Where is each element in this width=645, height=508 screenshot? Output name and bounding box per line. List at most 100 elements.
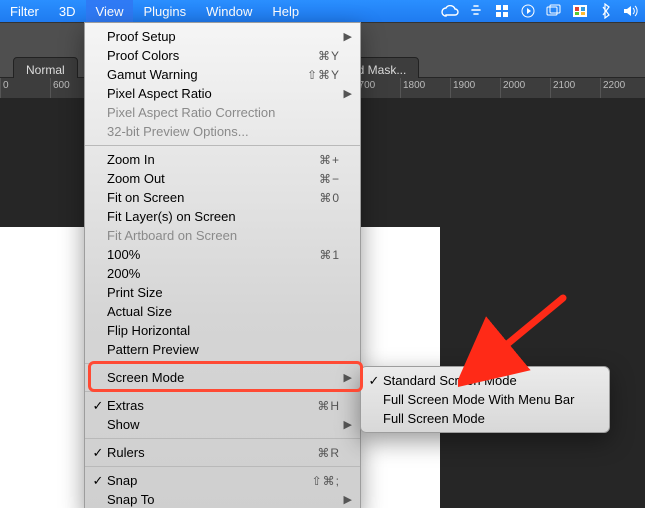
menu-item-fit-on-screen[interactable]: Fit on Screen ⌘0 [85, 188, 360, 207]
blend-mode-label: Normal [26, 63, 65, 77]
menu-item-label: Zoom In [107, 152, 155, 167]
ruler-tick: 0 [0, 78, 50, 98]
menu-item-label: Screen Mode [107, 370, 184, 385]
menu-item-label: Pattern Preview [107, 342, 199, 357]
menu-shortcut: ⌘Y [318, 49, 340, 63]
menu-item-label: Print Size [107, 285, 163, 300]
menu-item-print-size[interactable]: Print Size [85, 283, 360, 302]
bluetooth-icon[interactable] [593, 0, 619, 22]
menu-item-snap[interactable]: ✓Snap ⇧⌘; [85, 471, 360, 490]
menu-item-proof-setup[interactable]: Proof Setup ▶ [85, 27, 360, 46]
menu-item-zoom-out[interactable]: Zoom Out ⌘− [85, 169, 360, 188]
menu-separator [85, 145, 360, 146]
menu-item-label: Fit Artboard on Screen [107, 228, 237, 243]
play-icon[interactable] [515, 0, 541, 22]
menu-item-32-bit-preview-options: 32-bit Preview Options... [85, 122, 360, 141]
menubar: Filter3DViewPluginsWindowHelp [0, 0, 645, 22]
grid-icon[interactable] [489, 0, 515, 22]
view-menu: Proof Setup ▶ Proof Colors ⌘Y Gamut Warning ⇧… [84, 22, 361, 508]
menu-item-100[interactable]: 100% ⌘1 [85, 245, 360, 264]
menu-separator [85, 391, 360, 392]
swatch-icon[interactable] [567, 0, 593, 22]
menu-item-label: 200% [107, 266, 140, 281]
menu-shortcut: ⌘R [317, 446, 340, 460]
menu-view[interactable]: View [86, 0, 134, 22]
menu-item-fit-layer-s-on-screen[interactable]: Fit Layer(s) on Screen [85, 207, 360, 226]
submenu-arrow-icon: ▶ [344, 493, 352, 506]
submenu-item-label: Standard Screen Mode [383, 373, 517, 388]
submenu-item-label: Full Screen Mode [383, 411, 485, 426]
menu-shortcut: ⇧⌘; [312, 474, 340, 488]
menu-item-extras[interactable]: ✓Extras ⌘H [85, 396, 360, 415]
menu-item-flip-horizontal[interactable]: Flip Horizontal [85, 321, 360, 340]
menu-3d[interactable]: 3D [49, 0, 86, 22]
menu-item-label: Fit on Screen [107, 190, 184, 205]
menu-shortcut: ⌘+ [319, 153, 340, 167]
menu-item-label: Gamut Warning [107, 67, 198, 82]
menu-item-label: 100% [107, 247, 140, 262]
submenu-item-full-screen-mode-with-menu-bar[interactable]: Full Screen Mode With Menu Bar [361, 390, 609, 409]
ruler-tick: 2200 [600, 78, 645, 98]
submenu-item-full-screen-mode[interactable]: Full Screen Mode [361, 409, 609, 428]
menu-item-label: 32-bit Preview Options... [107, 124, 249, 139]
menu-separator [85, 363, 360, 364]
menu-item-label: Pixel Aspect Ratio Correction [107, 105, 275, 120]
menu-item-screen-mode[interactable]: Screen Mode ▶ [85, 368, 360, 387]
menu-separator [85, 438, 360, 439]
share-icon[interactable] [463, 0, 489, 22]
submenu-arrow-icon: ▶ [344, 418, 352, 431]
menu-item-label: Pixel Aspect Ratio [107, 86, 212, 101]
submenu-arrow-icon: ▶ [344, 87, 352, 100]
menu-item-gamut-warning[interactable]: Gamut Warning ⇧⌘Y [85, 65, 360, 84]
menu-help[interactable]: Help [262, 0, 309, 22]
submenu-arrow-icon: ▶ [344, 30, 352, 43]
ruler-tick: 1900 [450, 78, 500, 98]
menu-item-pattern-preview[interactable]: Pattern Preview [85, 340, 360, 359]
menu-item-label: Snap To [107, 492, 154, 507]
submenu-item-label: Full Screen Mode With Menu Bar [383, 392, 574, 407]
menu-item-snap-to[interactable]: Snap To ▶ [85, 490, 360, 508]
checkmark-icon: ✓ [91, 445, 105, 461]
menu-item-pixel-aspect-ratio-correction: Pixel Aspect Ratio Correction [85, 103, 360, 122]
menu-item-label: Show [107, 417, 140, 432]
screen-mode-submenu: ✓Standard Screen Mode Full Screen Mode Wi… [360, 366, 610, 433]
menu-shortcut: ⌘H [317, 399, 340, 413]
menu-shortcut: ⌘1 [319, 248, 340, 262]
menu-item-rulers[interactable]: ✓Rulers ⌘R [85, 443, 360, 462]
menu-item-200[interactable]: 200% [85, 264, 360, 283]
menu-item-label: Fit Layer(s) on Screen [107, 209, 236, 224]
ruler-tick: 1800 [400, 78, 450, 98]
menu-window[interactable]: Window [196, 0, 262, 22]
status-icons-group [437, 0, 645, 22]
ruler-tick: 2100 [550, 78, 600, 98]
checkmark-icon: ✓ [91, 473, 105, 489]
menu-shortcut: ⇧⌘Y [307, 68, 340, 82]
menu-item-show[interactable]: Show ▶ [85, 415, 360, 434]
menu-separator [85, 466, 360, 467]
menu-item-actual-size[interactable]: Actual Size [85, 302, 360, 321]
menu-item-label: Snap [107, 473, 137, 488]
menu-plugins[interactable]: Plugins [133, 0, 196, 22]
menu-item-fit-artboard-on-screen: Fit Artboard on Screen [85, 226, 360, 245]
menu-filter[interactable]: Filter [0, 0, 49, 22]
menu-item-label: Rulers [107, 445, 145, 460]
checkmark-icon: ✓ [367, 373, 381, 389]
menu-item-zoom-in[interactable]: Zoom In ⌘+ [85, 150, 360, 169]
volume-icon[interactable] [619, 0, 645, 22]
menu-item-label: Zoom Out [107, 171, 165, 186]
ruler-tick: 2000 [500, 78, 550, 98]
menu-item-label: Proof Setup [107, 29, 176, 44]
menu-item-label: Extras [107, 398, 144, 413]
menu-item-label: Actual Size [107, 304, 172, 319]
submenu-item-standard-screen-mode[interactable]: ✓Standard Screen Mode [361, 371, 609, 390]
checkmark-icon: ✓ [91, 398, 105, 414]
menu-item-label: Flip Horizontal [107, 323, 190, 338]
menu-item-proof-colors[interactable]: Proof Colors ⌘Y [85, 46, 360, 65]
menu-item-label: Proof Colors [107, 48, 179, 63]
cloud-icon[interactable] [437, 0, 463, 22]
menu-shortcut: ⌘− [319, 172, 340, 186]
submenu-arrow-icon: ▶ [344, 371, 352, 384]
menu-shortcut: ⌘0 [319, 191, 340, 205]
menu-item-pixel-aspect-ratio[interactable]: Pixel Aspect Ratio ▶ [85, 84, 360, 103]
windows-icon[interactable] [541, 0, 567, 22]
